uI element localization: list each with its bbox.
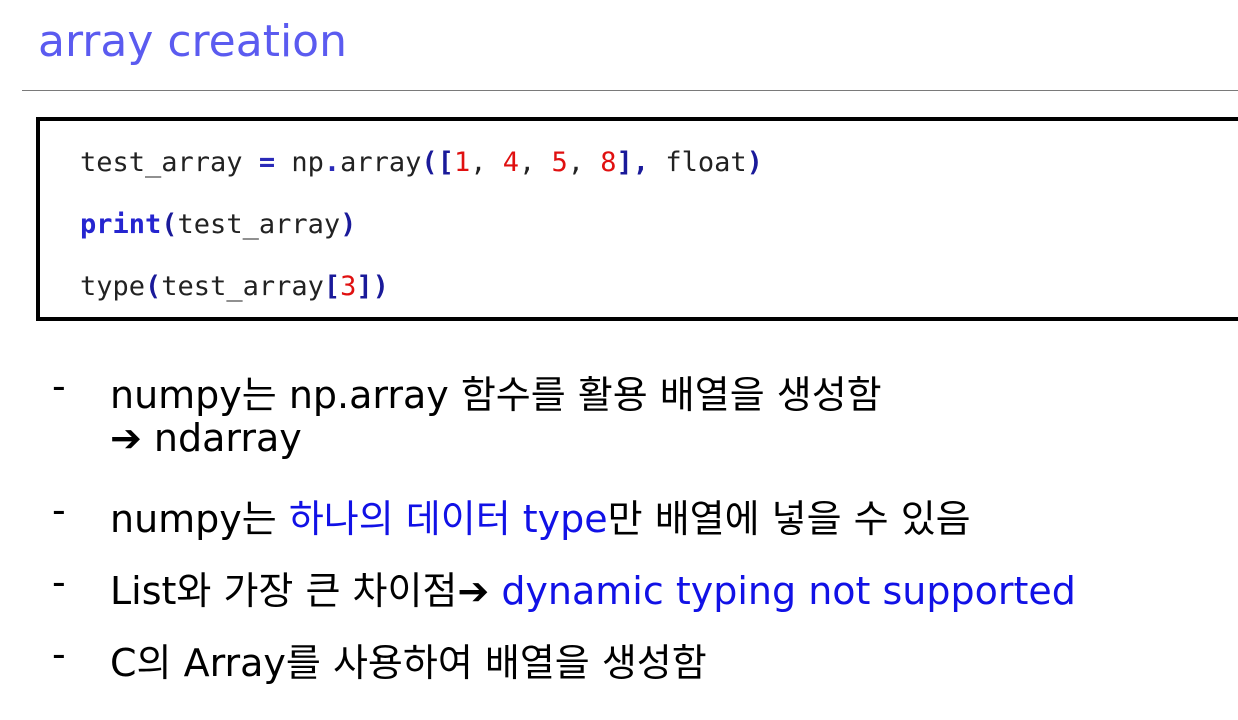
code-open-bracket: [ <box>323 271 341 302</box>
code-close-list: ], <box>616 147 650 178</box>
bullet-text-pre: List와 가장 큰 차이점➔ <box>110 569 502 613</box>
code-arg: float <box>649 147 747 178</box>
code-arg: test_array <box>161 271 324 302</box>
code-line-3: type(test_array[3]) <box>80 269 389 305</box>
code-operator: = <box>258 147 276 178</box>
bullet-dash: - <box>52 632 66 676</box>
code-separator: , <box>567 147 601 178</box>
bullet-dash: - <box>52 488 66 532</box>
code-keyword: print <box>80 209 162 240</box>
code-line-1: test_array = np.array([1, 4, 5, 8], floa… <box>80 145 763 181</box>
code-var: test_array <box>80 147 243 178</box>
code-close-paren: ) <box>746 147 763 178</box>
bullet-text: numpy는 하나의 데이터 type만 배열에 넣을 수 있음 <box>110 488 971 543</box>
code-number: 5 <box>551 147 568 178</box>
code-arg: test_array <box>177 209 341 240</box>
code-dot: . <box>323 147 341 178</box>
code-open-paren: ( <box>161 209 178 240</box>
title-divider <box>22 90 1238 91</box>
code-number: 4 <box>502 147 519 178</box>
bullet-text: C의 Array를 사용하여 배열을 생성함 <box>110 641 707 685</box>
code-block: test_array = np.array([1, 4, 5, 8], floa… <box>36 117 1238 321</box>
slide-title: array creation <box>38 16 347 67</box>
code-close-bracket: ]) <box>356 271 389 302</box>
bullet-highlight: 하나의 데이터 type <box>288 497 608 541</box>
bullet-text: List와 가장 큰 차이점➔ dynamic typing not suppo… <box>110 560 1076 615</box>
code-separator: , <box>518 147 552 178</box>
bullet-text: numpy는 np.array 함수를 활용 배열을 생성함 <box>110 373 882 417</box>
bullet-text: ➔ ndarray <box>110 416 302 460</box>
bullet-dash: - <box>52 364 66 408</box>
code-function: array <box>340 147 422 178</box>
code-close-paren: ) <box>340 209 357 240</box>
bullet-dash: - <box>52 560 66 604</box>
code-open-bracket: ([ <box>421 147 454 178</box>
bullet-highlight: dynamic typing not supported <box>501 569 1076 613</box>
code-module: np <box>291 147 324 178</box>
code-line-2: print(test_array) <box>80 207 356 243</box>
code-number: 3 <box>340 271 357 302</box>
code-open-paren: ( <box>145 271 162 302</box>
code-number: 1 <box>453 147 471 178</box>
code-separator: , <box>470 147 503 178</box>
bullet-text-pre: numpy는 <box>110 497 289 541</box>
code-number: 8 <box>600 147 617 178</box>
code-function: type <box>80 271 146 302</box>
bullet-text-post: 만 배열에 넣을 수 있음 <box>607 497 971 541</box>
